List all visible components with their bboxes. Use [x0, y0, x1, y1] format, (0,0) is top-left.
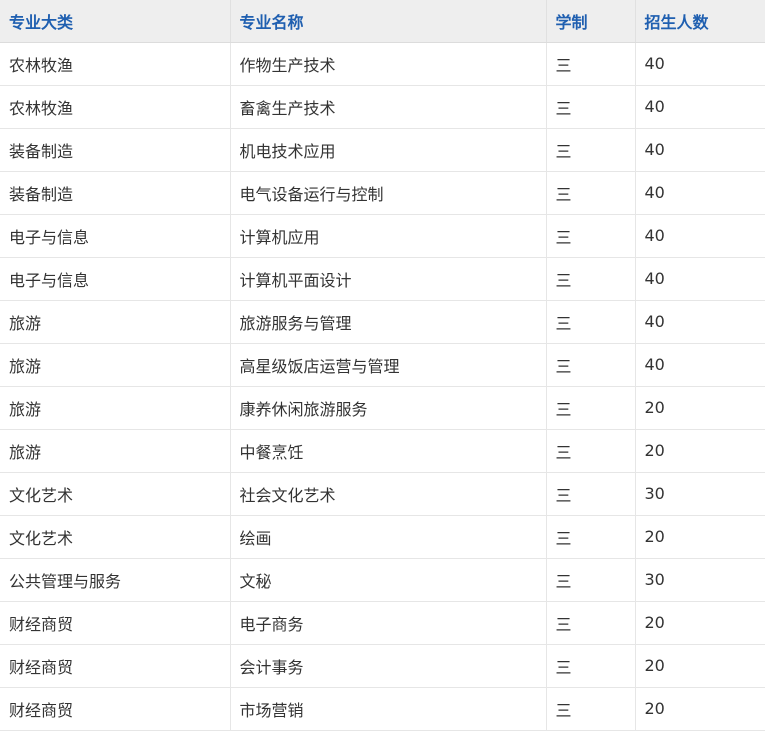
cell-category: 农林牧渔 — [0, 85, 231, 129]
cell-years: 三 — [546, 687, 636, 731]
cell-category: 财经商贸 — [0, 687, 231, 731]
header-enrollment: 招生人数 — [635, 0, 765, 43]
cell-years: 三 — [546, 386, 636, 430]
cell-category: 文化艺术 — [0, 472, 231, 516]
table-header: 专业大类 专业名称 学制 招生人数 — [0, 0, 765, 43]
cell-years: 三 — [546, 300, 636, 344]
cell-category: 文化艺术 — [0, 515, 231, 559]
cell-category: 旅游 — [0, 429, 231, 473]
cell-major-name: 机电技术应用 — [230, 128, 547, 172]
cell-category: 电子与信息 — [0, 257, 231, 301]
cell-years: 三 — [546, 257, 636, 301]
table-body: 农林牧渔 作物生产技术三 40 农林牧渔 畜禽生产技术三 40 装备制造 机电技术应用三 40 装… — [0, 42, 765, 731]
table-row: 旅游 中餐烹饪三 20 — [0, 429, 765, 473]
table-row: 公共管理与服务 文秘三 30 — [0, 558, 765, 602]
cell-enrollment: 20 — [635, 429, 765, 473]
cell-enrollment: 30 — [635, 558, 765, 602]
table-row: 电子与信息 计算机平面设计三 40 — [0, 257, 765, 301]
cell-major-name: 文秘 — [230, 558, 547, 602]
cell-enrollment: 40 — [635, 343, 765, 387]
header-years: 学制 — [546, 0, 636, 43]
cell-category: 电子与信息 — [0, 214, 231, 258]
table-row: 装备制造 机电技术应用三 40 — [0, 128, 765, 172]
cell-years: 三 — [546, 128, 636, 172]
cell-major-name: 绘画 — [230, 515, 547, 559]
cell-years: 三 — [546, 644, 636, 688]
table-row: 文化艺术 绘画三 20 — [0, 515, 765, 559]
cell-years: 三 — [546, 472, 636, 516]
cell-years: 三 — [546, 214, 636, 258]
cell-enrollment: 30 — [635, 472, 765, 516]
table-row: 电子与信息 计算机应用三 40 — [0, 214, 765, 258]
cell-major-name: 会计事务 — [230, 644, 547, 688]
cell-category: 财经商贸 — [0, 644, 231, 688]
cell-years: 三 — [546, 601, 636, 645]
cell-enrollment: 20 — [635, 515, 765, 559]
cell-category: 农林牧渔 — [0, 42, 231, 86]
cell-enrollment: 40 — [635, 128, 765, 172]
cell-category: 公共管理与服务 — [0, 558, 231, 602]
cell-enrollment: 40 — [635, 214, 765, 258]
cell-category: 旅游 — [0, 386, 231, 430]
table-row: 财经商贸 市场营销三 20 — [0, 687, 765, 731]
cell-enrollment: 20 — [635, 386, 765, 430]
table-row: 财经商贸 电子商务三 20 — [0, 601, 765, 645]
cell-major-name: 社会文化艺术 — [230, 472, 547, 516]
cell-major-name: 旅游服务与管理 — [230, 300, 547, 344]
cell-years: 三 — [546, 85, 636, 129]
cell-years: 三 — [546, 343, 636, 387]
cell-years: 三 — [546, 558, 636, 602]
cell-enrollment: 40 — [635, 171, 765, 215]
cell-enrollment: 40 — [635, 42, 765, 86]
enrollment-table: 专业大类 专业名称 学制 招生人数 农林牧渔 作物生产技术三 40 农林牧渔 畜禽生产技… — [0, 0, 765, 731]
cell-years: 三 — [546, 429, 636, 473]
cell-enrollment: 40 — [635, 300, 765, 344]
table-row: 装备制造 电气设备运行与控制三 40 — [0, 171, 765, 215]
table-row: 农林牧渔 作物生产技术三 40 — [0, 42, 765, 86]
cell-major-name: 市场营销 — [230, 687, 547, 731]
cell-years: 三 — [546, 42, 636, 86]
cell-enrollment: 20 — [635, 644, 765, 688]
cell-major-name: 高星级饭店运营与管理 — [230, 343, 547, 387]
cell-major-name: 电气设备运行与控制 — [230, 171, 547, 215]
cell-enrollment: 40 — [635, 85, 765, 129]
table-row: 文化艺术 社会文化艺术三 30 — [0, 472, 765, 516]
header-major-name: 专业名称 — [230, 0, 547, 43]
cell-category: 财经商贸 — [0, 601, 231, 645]
table-row: 旅游 旅游服务与管理三 40 — [0, 300, 765, 344]
cell-major-name: 中餐烹饪 — [230, 429, 547, 473]
cell-major-name: 计算机平面设计 — [230, 257, 547, 301]
cell-major-name: 电子商务 — [230, 601, 547, 645]
table-row: 旅游 康养休闲旅游服务三 20 — [0, 386, 765, 430]
cell-category: 旅游 — [0, 343, 231, 387]
cell-major-name: 康养休闲旅游服务 — [230, 386, 547, 430]
cell-major-name: 畜禽生产技术 — [230, 85, 547, 129]
cell-enrollment: 20 — [635, 601, 765, 645]
cell-years: 三 — [546, 171, 636, 215]
cell-enrollment: 40 — [635, 257, 765, 301]
cell-major-name: 作物生产技术 — [230, 42, 547, 86]
cell-years: 三 — [546, 515, 636, 559]
table-row: 旅游 高星级饭店运营与管理三 40 — [0, 343, 765, 387]
table-row: 农林牧渔 畜禽生产技术三 40 — [0, 85, 765, 129]
cell-enrollment: 20 — [635, 687, 765, 731]
cell-major-name: 计算机应用 — [230, 214, 547, 258]
table-row: 财经商贸 会计事务三 20 — [0, 644, 765, 688]
header-category: 专业大类 — [0, 0, 231, 43]
header-row: 专业大类 专业名称 学制 招生人数 — [0, 0, 765, 43]
cell-category: 装备制造 — [0, 171, 231, 215]
cell-category: 旅游 — [0, 300, 231, 344]
cell-category: 装备制造 — [0, 128, 231, 172]
